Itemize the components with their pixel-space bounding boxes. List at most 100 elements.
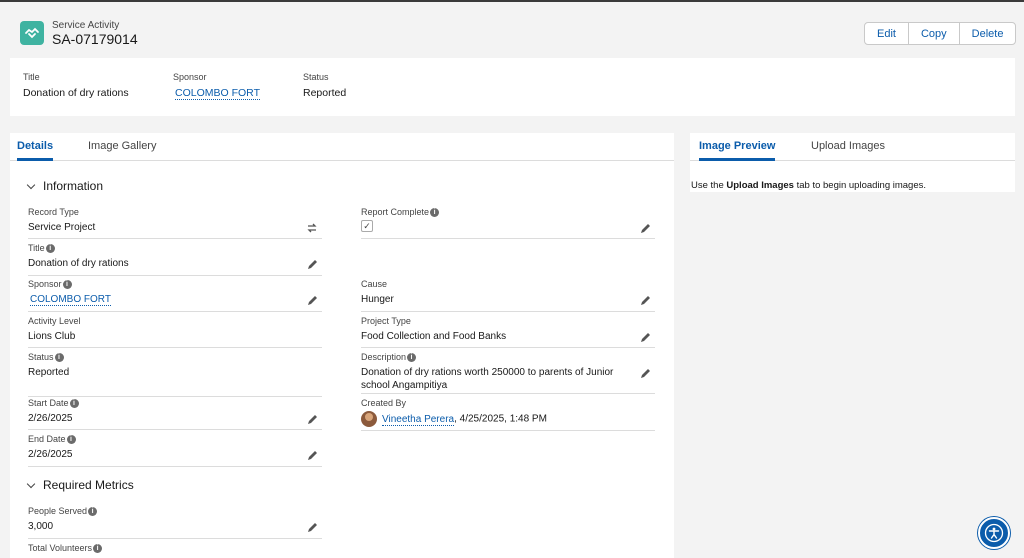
created-by-user-link[interactable]: Vineetha Perera: [382, 413, 455, 426]
field-label: Activity Level: [28, 316, 81, 326]
field-created-by: Created By Vineetha Perera, 4/25/2025, 1…: [361, 398, 655, 431]
section-information[interactable]: Information: [26, 179, 104, 193]
field-label: Sponsor: [28, 279, 62, 289]
field-value: Donation of dry rations: [28, 258, 129, 269]
field-value: 2/26/2025: [28, 449, 73, 460]
info-icon[interactable]: i: [54, 352, 64, 362]
field-label: End Date: [28, 434, 66, 444]
image-tabs: Image Preview Upload Images: [690, 133, 1015, 161]
info-icon[interactable]: i: [407, 352, 417, 362]
field-value: Hunger: [361, 294, 394, 305]
field-label: Status: [28, 352, 54, 362]
field-label: Start Date: [28, 398, 69, 408]
field-value: Service Project: [28, 222, 96, 233]
highlight-sponsor: Sponsor COLOMBO FORT: [173, 72, 260, 100]
tab-image-preview[interactable]: Image Preview: [699, 140, 776, 161]
pencil-icon[interactable]: [307, 295, 318, 306]
info-icon[interactable]: i: [66, 434, 76, 444]
info-icon[interactable]: i: [62, 279, 72, 289]
action-button-group: Edit Copy Delete: [864, 22, 1017, 45]
field-label: Total Volunteers: [28, 543, 93, 553]
record-header: Service Activity SA-07179014 Edit Copy D…: [10, 10, 1017, 58]
pencil-icon[interactable]: [307, 414, 318, 425]
details-card: Details Image Gallery Information Record…: [10, 133, 674, 558]
tab-image-gallery[interactable]: Image Gallery: [88, 140, 156, 161]
highlight-title-label: Title: [23, 72, 40, 82]
pencil-icon[interactable]: [640, 368, 651, 379]
pencil-icon[interactable]: [640, 223, 651, 234]
field-record-type: Record Type Service Project: [28, 207, 322, 239]
field-value: Reported: [28, 367, 70, 378]
highlight-title-value: Donation of dry rations: [23, 87, 129, 99]
field-title: Title i Donation of dry rations: [28, 243, 322, 276]
handshake-icon: [20, 21, 44, 45]
delete-button[interactable]: Delete: [960, 23, 1016, 44]
sponsor-link[interactable]: COLOMBO FORT: [30, 294, 111, 306]
section-required-metrics-title: Required Metrics: [43, 478, 134, 492]
highlight-status-label: Status: [303, 72, 329, 82]
avatar[interactable]: [361, 411, 377, 427]
report-complete-checkbox[interactable]: ✓: [361, 220, 373, 232]
section-information-title: Information: [43, 179, 104, 193]
info-icon[interactable]: i: [93, 543, 103, 553]
tab-upload-images[interactable]: Upload Images: [811, 140, 885, 161]
field-label: Created By: [361, 398, 407, 408]
pencil-icon[interactable]: [640, 332, 651, 343]
top-border: [0, 0, 1024, 2]
field-label: People Served: [28, 506, 88, 516]
field-label: Record Type: [28, 207, 79, 217]
object-type-label: Service Activity: [52, 20, 120, 31]
field-label: Description: [361, 352, 407, 362]
swap-icon[interactable]: [306, 222, 318, 234]
field-project-type: Project Type Food Collection and Food Ba…: [361, 316, 655, 348]
pencil-icon[interactable]: [640, 295, 651, 306]
highlight-sponsor-link[interactable]: COLOMBO FORT: [175, 87, 260, 100]
field-total-volunteers: Total Volunteers i: [28, 543, 322, 558]
upload-hint-bold: Upload Images: [726, 180, 794, 191]
field-status: Status i Reported: [28, 352, 322, 397]
field-value: Lions Club: [28, 331, 76, 342]
created-by-date: , 4/25/2025, 1:48 PM: [454, 413, 547, 425]
copy-button[interactable]: Copy: [909, 23, 960, 44]
upload-hint: Use the Upload Images tab to begin uploa…: [691, 180, 926, 191]
pencil-icon[interactable]: [307, 259, 318, 270]
field-label: Title: [28, 243, 45, 253]
field-value: 2/26/2025: [28, 413, 73, 424]
upload-hint-pre: Use the: [691, 180, 727, 191]
highlight-status: Status Reported: [303, 72, 346, 99]
section-required-metrics[interactable]: Required Metrics: [26, 478, 134, 492]
details-tabs: Details Image Gallery: [10, 133, 674, 161]
pencil-icon[interactable]: [307, 522, 318, 533]
field-value: 3,000: [28, 521, 54, 532]
upload-hint-post: tab to begin uploading images.: [793, 180, 927, 191]
highlight-sponsor-label: Sponsor: [173, 72, 207, 82]
chevron-down-icon: [26, 479, 36, 488]
field-end-date: End Date i 2/26/2025: [28, 434, 322, 467]
info-icon[interactable]: i: [88, 506, 98, 516]
info-icon[interactable]: i: [45, 243, 55, 253]
field-label: Report Complete: [361, 207, 430, 217]
field-activity-level: Activity Level Lions Club: [28, 316, 322, 348]
field-report-complete: Report Complete i ✓: [361, 207, 655, 239]
chevron-down-icon: [26, 180, 36, 189]
field-description: Description i Donation of dry rations wor…: [361, 352, 655, 394]
info-icon[interactable]: i: [430, 207, 440, 217]
highlight-status-value: Reported: [303, 87, 347, 99]
pencil-icon[interactable]: [307, 450, 318, 461]
accessibility-icon[interactable]: [978, 517, 1010, 549]
field-label: Project Type: [361, 316, 411, 326]
field-value: Food Collection and Food Banks: [361, 331, 507, 342]
field-value: Donation of dry rations worth 250000 to …: [361, 367, 614, 391]
field-label: Cause: [361, 279, 388, 289]
record-name: SA-07179014: [52, 31, 138, 47]
field-people-served: People Served i 3,000: [28, 506, 322, 539]
edit-button[interactable]: Edit: [865, 23, 909, 44]
highlight-title: Title Donation of dry rations: [23, 72, 129, 99]
field-start-date: Start Date i 2/26/2025: [28, 398, 322, 430]
field-sponsor: Sponsor i COLOMBO FORT: [28, 279, 322, 312]
field-cause: Cause Hunger: [361, 279, 655, 312]
highlights-panel: Title Donation of dry rations Sponsor CO…: [10, 58, 1015, 116]
image-panel: Image Preview Upload Images Use the Uplo…: [690, 133, 1015, 192]
tab-details[interactable]: Details: [17, 140, 54, 161]
info-icon[interactable]: i: [69, 398, 79, 408]
